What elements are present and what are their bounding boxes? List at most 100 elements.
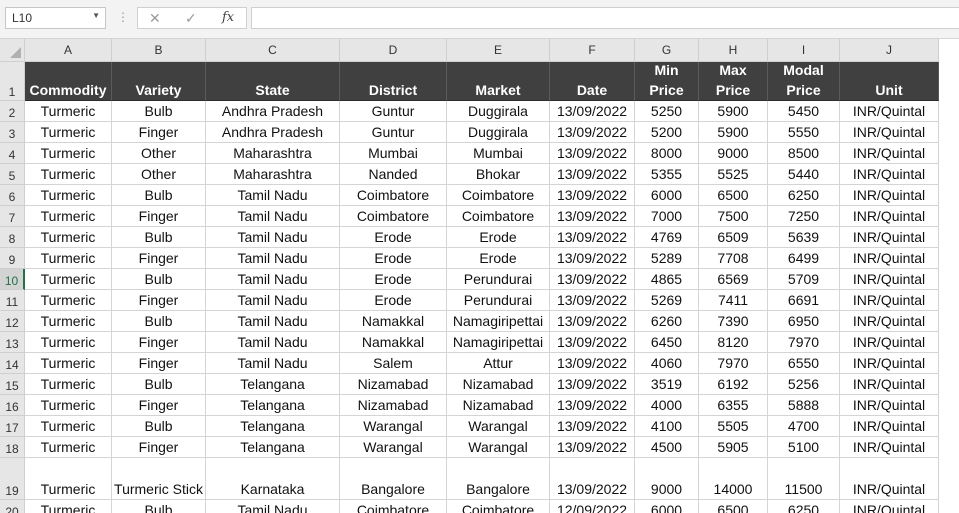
enter-icon[interactable]: ✓ (185, 9, 197, 27)
select-all-button[interactable] (0, 39, 25, 62)
cell-c5[interactable]: Maharashtra (206, 164, 340, 185)
cell-c13[interactable]: Tamil Nadu (206, 332, 340, 353)
cell-c18[interactable]: Telangana (206, 437, 340, 458)
cell-j12[interactable]: INR/Quintal (840, 311, 939, 332)
cell-f11[interactable]: 13/09/2022 (550, 290, 635, 311)
cell-h15[interactable]: 6192 (699, 374, 768, 395)
cell-g6[interactable]: 6000 (635, 185, 699, 206)
cell-h14[interactable]: 7970 (699, 353, 768, 374)
cell-f18[interactable]: 13/09/2022 (550, 437, 635, 458)
header-cell-d[interactable]: District (340, 62, 447, 101)
cell-c14[interactable]: Tamil Nadu (206, 353, 340, 374)
row-header-15[interactable]: 15 (0, 374, 25, 395)
cell-g3[interactable]: 5200 (635, 122, 699, 143)
cell-g8[interactable]: 4769 (635, 227, 699, 248)
cell-b17[interactable]: Bulb (112, 416, 206, 437)
cell-c2[interactable]: Andhra Pradesh (206, 101, 340, 122)
cell-f12[interactable]: 13/09/2022 (550, 311, 635, 332)
cell-c15[interactable]: Telangana (206, 374, 340, 395)
cell-g4[interactable]: 8000 (635, 143, 699, 164)
cell-h17[interactable]: 5505 (699, 416, 768, 437)
column-header-h[interactable]: H (699, 39, 768, 62)
cell-f16[interactable]: 13/09/2022 (550, 395, 635, 416)
cell-g13[interactable]: 6450 (635, 332, 699, 353)
cell-d19[interactable]: Bangalore (340, 458, 447, 500)
cell-e6[interactable]: Coimbatore (447, 185, 550, 206)
cell-a8[interactable]: Turmeric (25, 227, 112, 248)
cell-e11[interactable]: Perundurai (447, 290, 550, 311)
row-header-6[interactable]: 6 (0, 185, 25, 206)
cell-j4[interactable]: INR/Quintal (840, 143, 939, 164)
cell-h20[interactable]: 6500 (699, 500, 768, 513)
cell-b16[interactable]: Finger (112, 395, 206, 416)
cell-b13[interactable]: Finger (112, 332, 206, 353)
cell-h8[interactable]: 6509 (699, 227, 768, 248)
cell-e19[interactable]: Bangalore (447, 458, 550, 500)
cell-a11[interactable]: Turmeric (25, 290, 112, 311)
header-cell-j[interactable]: Unit (840, 62, 939, 101)
row-header-14[interactable]: 14 (0, 353, 25, 374)
cell-c16[interactable]: Telangana (206, 395, 340, 416)
cell-g15[interactable]: 3519 (635, 374, 699, 395)
cell-f19[interactable]: 13/09/2022 (550, 458, 635, 500)
name-box[interactable]: L10 ▼ (5, 7, 106, 29)
column-header-c[interactable]: C (206, 39, 340, 62)
cell-a13[interactable]: Turmeric (25, 332, 112, 353)
cell-f4[interactable]: 13/09/2022 (550, 143, 635, 164)
cell-i7[interactable]: 7250 (768, 206, 840, 227)
insert-function-icon[interactable]: fx (222, 9, 234, 27)
cell-c7[interactable]: Tamil Nadu (206, 206, 340, 227)
cell-c10[interactable]: Tamil Nadu (206, 269, 340, 290)
cell-d7[interactable]: Coimbatore (340, 206, 447, 227)
cell-i17[interactable]: 4700 (768, 416, 840, 437)
cell-b20[interactable]: Bulb (112, 500, 206, 513)
row-header-12[interactable]: 12 (0, 311, 25, 332)
cell-f3[interactable]: 13/09/2022 (550, 122, 635, 143)
cell-g2[interactable]: 5250 (635, 101, 699, 122)
cell-i14[interactable]: 6550 (768, 353, 840, 374)
cell-a5[interactable]: Turmeric (25, 164, 112, 185)
cell-a2[interactable]: Turmeric (25, 101, 112, 122)
cell-a7[interactable]: Turmeric (25, 206, 112, 227)
cell-e18[interactable]: Warangal (447, 437, 550, 458)
cell-h4[interactable]: 9000 (699, 143, 768, 164)
cell-d11[interactable]: Erode (340, 290, 447, 311)
column-header-f[interactable]: F (550, 39, 635, 62)
cell-b3[interactable]: Finger (112, 122, 206, 143)
cell-a12[interactable]: Turmeric (25, 311, 112, 332)
cell-g17[interactable]: 4100 (635, 416, 699, 437)
cell-d12[interactable]: Namakkal (340, 311, 447, 332)
cell-i10[interactable]: 5709 (768, 269, 840, 290)
header-cell-b[interactable]: Variety (112, 62, 206, 101)
cell-e8[interactable]: Erode (447, 227, 550, 248)
cell-i4[interactable]: 8500 (768, 143, 840, 164)
row-header-19[interactable]: 19 (0, 458, 25, 500)
cell-i11[interactable]: 6691 (768, 290, 840, 311)
cell-b2[interactable]: Bulb (112, 101, 206, 122)
row-header-13[interactable]: 13 (0, 332, 25, 353)
cell-i20[interactable]: 6250 (768, 500, 840, 513)
cell-c8[interactable]: Tamil Nadu (206, 227, 340, 248)
cell-j17[interactable]: INR/Quintal (840, 416, 939, 437)
cell-j6[interactable]: INR/Quintal (840, 185, 939, 206)
row-header-20[interactable]: 20 (0, 500, 25, 513)
row-header-2[interactable]: 2 (0, 101, 25, 122)
cell-d17[interactable]: Warangal (340, 416, 447, 437)
cell-b11[interactable]: Finger (112, 290, 206, 311)
cell-b8[interactable]: Bulb (112, 227, 206, 248)
cell-b10[interactable]: Bulb (112, 269, 206, 290)
row-header-7[interactable]: 7 (0, 206, 25, 227)
cell-j7[interactable]: INR/Quintal (840, 206, 939, 227)
cell-f13[interactable]: 13/09/2022 (550, 332, 635, 353)
row-header-8[interactable]: 8 (0, 227, 25, 248)
cell-f20[interactable]: 12/09/2022 (550, 500, 635, 513)
header-cell-a[interactable]: Commodity (25, 62, 112, 101)
header-cell-h[interactable]: Max Price (699, 62, 768, 101)
header-cell-i[interactable]: Modal Price (768, 62, 840, 101)
row-header-10[interactable]: 10 (0, 269, 25, 290)
cell-b9[interactable]: Finger (112, 248, 206, 269)
cell-h10[interactable]: 6569 (699, 269, 768, 290)
cell-a19[interactable]: Turmeric (25, 458, 112, 500)
cell-d14[interactable]: Salem (340, 353, 447, 374)
row-header-5[interactable]: 5 (0, 164, 25, 185)
